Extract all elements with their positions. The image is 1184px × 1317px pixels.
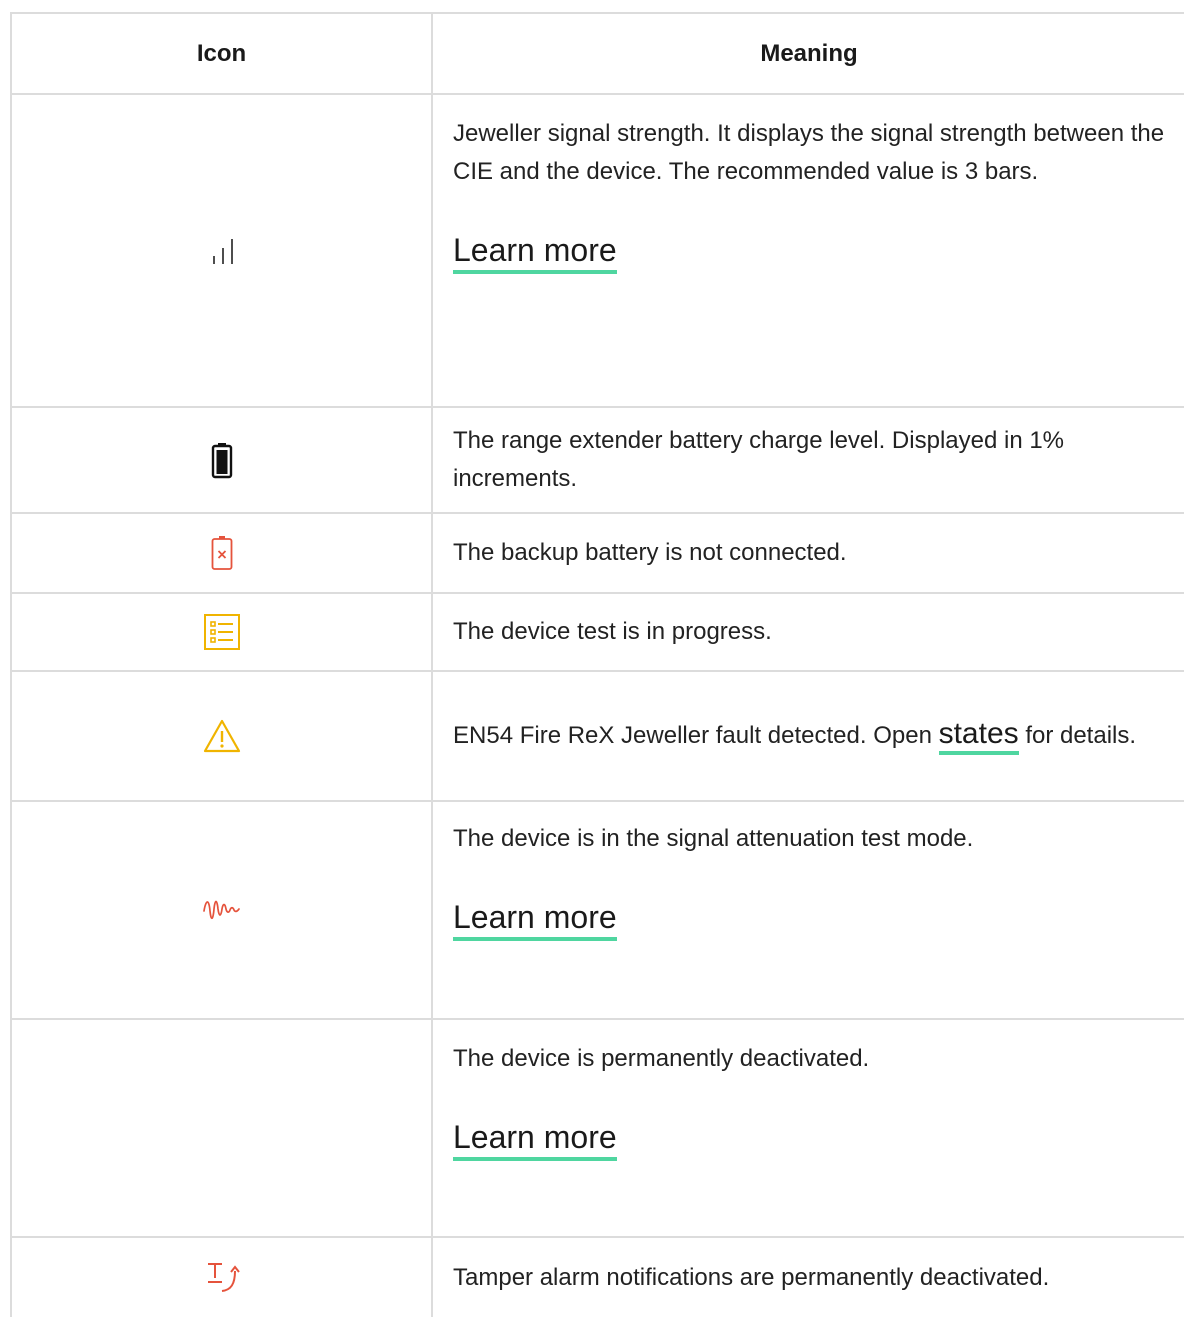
- table-row: The device is permanently deactivated. L…: [10, 1018, 1184, 1238]
- battery-disconnected-icon: [210, 536, 234, 570]
- icon-column-header: Icon: [10, 12, 433, 95]
- row-description: The device is permanently deactivated.: [453, 1045, 870, 1072]
- table-row: Tamper alarm notifications are permanent…: [10, 1236, 1184, 1317]
- battery-icon: [211, 443, 233, 479]
- device-test-list-icon: [203, 614, 241, 650]
- table-row: The device test is in progress.: [10, 592, 1184, 672]
- icon-cell: [10, 592, 433, 672]
- meaning-cell: The range extender battery charge level.…: [431, 406, 1184, 514]
- learn-more-link[interactable]: Learn more: [453, 231, 617, 274]
- learn-more-link[interactable]: Learn more: [453, 898, 617, 941]
- table-row: The backup battery is not connected.: [10, 512, 1184, 594]
- icon-cell: [10, 1236, 433, 1317]
- warning-triangle-icon: [202, 719, 242, 753]
- icon-cell: [10, 800, 433, 1020]
- icon-cell: [10, 406, 433, 514]
- description-text-after: for details.: [1025, 722, 1137, 749]
- states-link[interactable]: states: [938, 717, 1019, 755]
- row-description: Jeweller signal strength. It displays th…: [453, 120, 1165, 185]
- signal-strength-icon: [202, 238, 242, 264]
- icon-cell: [10, 670, 433, 802]
- meaning-cell: The backup battery is not connected.: [431, 512, 1184, 594]
- table-row: Jeweller signal strength. It displays th…: [10, 93, 1184, 408]
- row-description: The device is in the signal attenuation …: [453, 825, 974, 852]
- signal-attenuation-wave-icon: [201, 900, 243, 920]
- table-row: EN54 Fire ReX Jeweller fault detected. O…: [10, 670, 1184, 802]
- meaning-column-header: Meaning: [431, 12, 1184, 95]
- learn-more-link[interactable]: Learn more: [453, 1118, 617, 1161]
- row-description: The backup battery is not connected.: [453, 539, 847, 566]
- row-description: The range extender battery charge level.…: [453, 427, 1065, 492]
- meaning-cell: The device is permanently deactivated. L…: [431, 1018, 1184, 1238]
- icons-meaning-table: Icon Meaning Jeweller signal strength. I…: [10, 12, 1184, 1317]
- description-text-before: EN54 Fire ReX Jeweller fault detected. O…: [453, 722, 932, 749]
- row-description: EN54 Fire ReX Jeweller fault detected. O…: [453, 717, 1137, 755]
- meaning-cell: Jeweller signal strength. It displays th…: [431, 93, 1184, 408]
- meaning-cell: The device is in the signal attenuation …: [431, 800, 1184, 1020]
- tamper-deactivated-icon: [202, 1262, 242, 1292]
- row-description: Tamper alarm notifications are permanent…: [453, 1263, 1050, 1291]
- table-header-row: Icon Meaning: [10, 12, 1184, 95]
- icon-cell: [10, 93, 433, 408]
- meaning-cell: Tamper alarm notifications are permanent…: [431, 1236, 1184, 1317]
- meaning-cell: EN54 Fire ReX Jeweller fault detected. O…: [431, 670, 1184, 802]
- table-row: The device is in the signal attenuation …: [10, 800, 1184, 1020]
- row-description: The device test is in progress.: [453, 618, 772, 645]
- meaning-cell: The device test is in progress.: [431, 592, 1184, 672]
- table-row: The range extender battery charge level.…: [10, 406, 1184, 514]
- icon-cell: [10, 512, 433, 594]
- icon-cell: [10, 1018, 433, 1238]
